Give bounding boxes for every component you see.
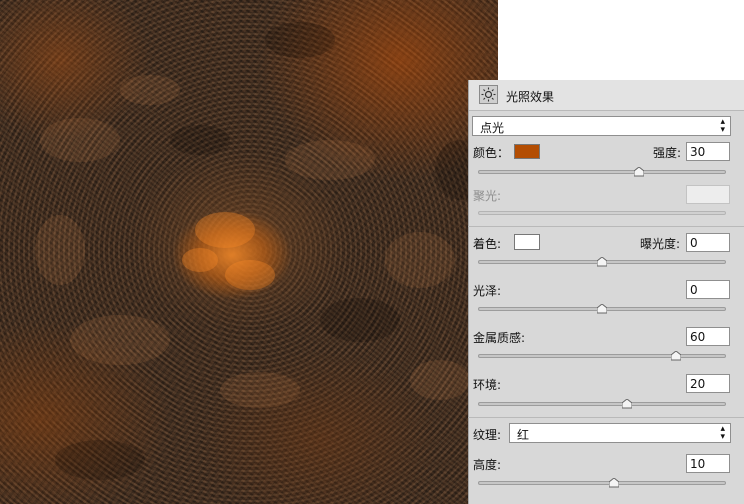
select-arrows-icon: ▴ ▾ <box>720 424 725 442</box>
ambience-input[interactable]: 20 <box>686 374 730 393</box>
ambience-slider-handle[interactable] <box>621 399 632 409</box>
intensity-slider[interactable] <box>478 167 726 177</box>
intensity-input[interactable]: 30 <box>686 142 730 161</box>
light-bulb-icon[interactable] <box>479 85 498 104</box>
hotspot-input <box>686 185 730 204</box>
height-slider[interactable] <box>478 478 726 488</box>
intensity-label: 强度: <box>653 146 682 160</box>
gloss-label: 光泽: <box>473 284 502 298</box>
hotspot-slider <box>478 211 726 215</box>
height-label: 高度: <box>473 458 502 472</box>
texture-channel-value: 红 <box>517 428 530 442</box>
light-type-value: 点光 <box>480 121 505 135</box>
divider <box>468 226 744 227</box>
exposure-label: 曝光度: <box>640 237 681 251</box>
panel-header: 光照效果 <box>469 80 744 111</box>
texture-overlay <box>35 22 485 480</box>
hotspot-label: 聚光: <box>473 189 502 203</box>
select-arrows-icon: ▴ ▾ <box>720 117 725 135</box>
texture-channel-select[interactable]: 红 ▴ ▾ <box>509 423 731 443</box>
exposure-slider[interactable] <box>478 257 726 267</box>
metallic-label: 金属质感: <box>473 331 526 345</box>
texture-label: 纹理: <box>473 428 502 442</box>
height-input[interactable]: 10 <box>686 454 730 473</box>
canvas-preview[interactable] <box>0 0 498 504</box>
ambience-slider[interactable] <box>478 399 726 409</box>
exposure-slider-handle[interactable] <box>597 257 607 267</box>
exposure-input[interactable]: 0 <box>686 233 730 252</box>
gloss-slider-handle[interactable] <box>597 304 607 314</box>
gloss-input[interactable]: 0 <box>686 280 730 299</box>
light-type-select[interactable]: 点光 ▴ ▾ <box>472 116 731 136</box>
height-slider-handle[interactable] <box>609 478 620 488</box>
metallic-slider[interactable] <box>478 351 726 361</box>
colorize-color-swatch[interactable] <box>514 234 540 250</box>
ambience-label: 环境: <box>473 378 502 392</box>
metallic-slider-handle[interactable] <box>670 351 681 361</box>
divider <box>468 417 744 418</box>
intensity-slider-handle[interactable] <box>633 167 644 177</box>
colorize-label: 着色: <box>473 237 502 251</box>
light-color-swatch[interactable] <box>514 144 540 159</box>
panel-title: 光照效果 <box>506 90 555 104</box>
color-label: 颜色： <box>473 146 510 160</box>
metallic-input[interactable]: 60 <box>686 327 730 346</box>
gloss-slider[interactable] <box>478 304 726 314</box>
